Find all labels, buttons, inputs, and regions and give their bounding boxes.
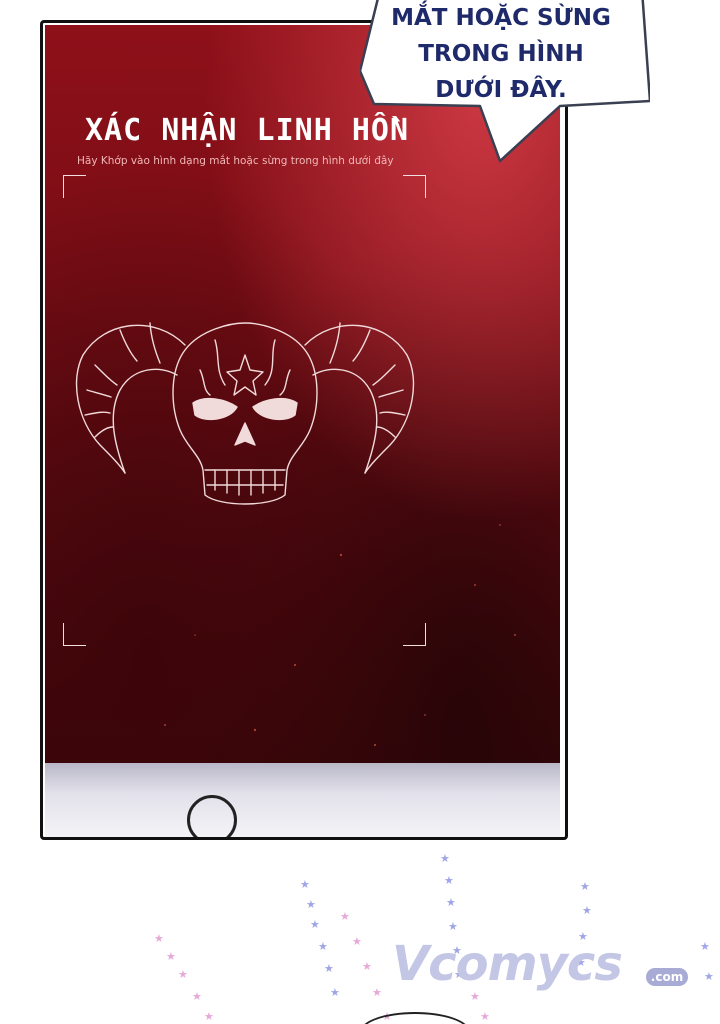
svg-text:★: ★ [154,932,164,945]
scan-frame-corner-bottom-right [403,623,426,646]
svg-text:★: ★ [582,904,592,917]
home-button[interactable] [187,795,237,837]
watermark-suffix: .com [646,968,688,986]
svg-text:★: ★ [480,1010,490,1023]
svg-text:★: ★ [372,986,382,999]
svg-text:★: ★ [362,960,372,973]
svg-text:★: ★ [310,918,320,931]
svg-text:★: ★ [352,935,362,948]
speech-line-3: DƯỚI ĐÂY. [435,77,567,103]
svg-text:★: ★ [444,874,454,887]
svg-text:★: ★ [700,940,710,953]
svg-text:★: ★ [340,910,350,923]
svg-text:★: ★ [178,968,188,981]
scan-frame-corner-top-right [403,175,426,198]
comic-panel: XÁC NHẬN LINH HỒN Hãy Khớp vào hình dạng… [0,0,720,1024]
svg-text:★: ★ [440,852,450,865]
svg-text:★: ★ [704,970,714,983]
watermark-logo: Vcomycs [392,936,623,992]
svg-text:★: ★ [306,898,316,911]
svg-text:★: ★ [446,896,456,909]
phone-bottom-bezel [45,763,560,837]
svg-text:★: ★ [324,962,334,975]
horned-skull-icon[interactable] [65,295,425,525]
svg-text:★: ★ [318,940,328,953]
svg-text:★: ★ [300,878,310,891]
scan-frame-corner-bottom-left [63,623,86,646]
svg-text:★: ★ [166,950,176,963]
speech-line-2: TRONG HÌNH [418,41,584,67]
svg-text:★: ★ [330,986,340,999]
svg-text:★: ★ [580,880,590,893]
speech-line-1: MẮT HOẶC SỪNG [391,5,611,31]
screen-subtitle: Hãy Khớp vào hình dạng mắt hoặc sừng tro… [77,155,394,167]
speech-bubble-text: MẮT HOẶC SỪNG TRONG HÌNH DƯỚI ĐÂY. [366,0,636,108]
scan-frame-corner-top-left [63,175,86,198]
svg-text:★: ★ [192,990,202,1003]
svg-text:★: ★ [204,1010,214,1023]
svg-text:★: ★ [448,920,458,933]
